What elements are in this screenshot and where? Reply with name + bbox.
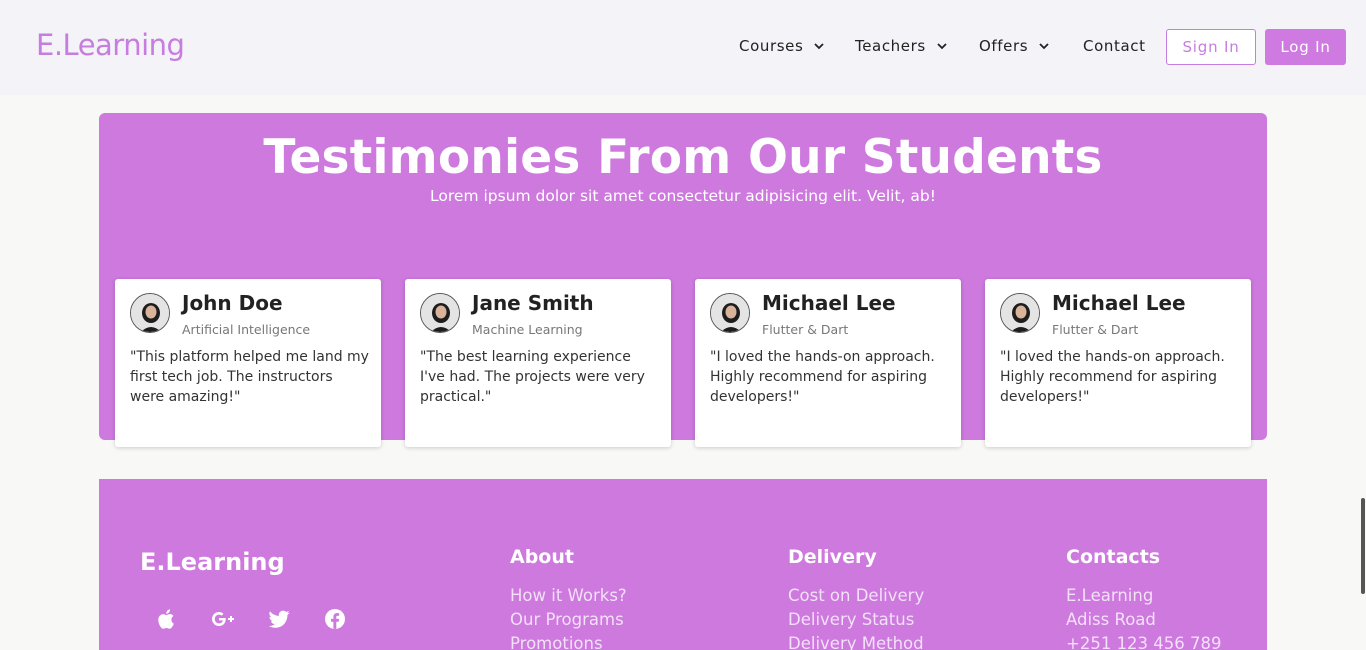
avatar-image (421, 294, 459, 332)
student-name: Michael Lee (1052, 291, 1186, 315)
student-name: Michael Lee (762, 291, 896, 315)
footer-link[interactable]: Delivery Method (788, 634, 924, 650)
avatar (130, 293, 170, 333)
footer-link[interactable]: Cost on Delivery (788, 586, 924, 605)
nav-item-label: Courses (739, 37, 804, 55)
chevron-down-icon (937, 43, 947, 50)
avatar (420, 293, 460, 333)
student-course: Flutter & Dart (762, 322, 849, 337)
nav-item-label: Teachers (855, 37, 926, 55)
testimonial-quote: "This platform helped me land my first t… (130, 349, 369, 405)
testimonial-card: John Doe Artificial Intelligence "This p… (115, 279, 381, 447)
testimonial-card: Michael Lee Flutter & Dart "I loved the … (695, 279, 961, 447)
student-name: John Doe (182, 291, 283, 315)
testimonial-card: Michael Lee Flutter & Dart "I loved the … (985, 279, 1251, 447)
contact-address: Adiss Road (1066, 610, 1156, 629)
testimonial-quote: "I loved the hands-on approach. Highly r… (1000, 349, 1225, 405)
avatar (1000, 293, 1040, 333)
footer-link[interactable]: Delivery Status (788, 610, 914, 629)
contact-text: E.Learning (1066, 586, 1154, 605)
nav-item-label: Contact (1083, 37, 1146, 55)
sign-in-button[interactable]: Sign In (1166, 29, 1256, 65)
navbar: E.Learning Courses Teachers Offers Conta… (0, 0, 1366, 95)
log-in-button[interactable]: Log In (1265, 29, 1346, 65)
avatar-image (131, 294, 169, 332)
avatar-image (711, 294, 749, 332)
footer-link[interactable]: Promotions (510, 634, 603, 650)
nav-item-courses[interactable]: Courses (739, 37, 825, 55)
google-plus-icon[interactable] (211, 607, 235, 631)
facebook-icon[interactable] (323, 607, 347, 631)
footer-heading-delivery: Delivery (788, 546, 877, 568)
testimonial-quote: "I loved the hands-on approach. Highly r… (710, 349, 935, 405)
nav-item-teachers[interactable]: Teachers (855, 37, 948, 55)
nav-item-contact[interactable]: Contact (1083, 37, 1146, 55)
footer-link[interactable]: How it Works? (510, 586, 627, 605)
footer-brand: E.Learning (140, 548, 285, 576)
chevron-down-icon (814, 43, 825, 50)
nav-item-offers[interactable]: Offers (979, 37, 1050, 55)
section-title: Testimonies From Our Students (263, 130, 1103, 185)
footer-link[interactable]: Our Programs (510, 610, 624, 629)
student-course: Machine Learning (472, 322, 583, 337)
footer-heading-about: About (510, 546, 574, 568)
contact-phone: +251 123 456 789 (1066, 634, 1222, 650)
section-subtitle: Lorem ipsum dolor sit amet consectetur a… (430, 187, 936, 205)
student-course: Artificial Intelligence (182, 322, 311, 337)
apple-icon[interactable] (155, 607, 179, 631)
testimonial-card: Jane Smith Machine Learning "The best le… (405, 279, 671, 447)
footer-heading-contacts: Contacts (1066, 546, 1161, 568)
student-course: Flutter & Dart (1052, 322, 1139, 337)
twitter-icon[interactable] (267, 607, 291, 631)
student-name: Jane Smith (472, 291, 594, 315)
chevron-down-icon (1039, 43, 1049, 50)
testimonial-quote: "The best learning experience I've had. … (420, 349, 645, 405)
avatar-image (1001, 294, 1039, 332)
nav-menu: Courses Teachers Offers Contact (0, 37, 1366, 59)
nav-item-label: Offers (979, 37, 1029, 55)
page-scrollbar[interactable] (1361, 498, 1365, 594)
avatar (710, 293, 750, 333)
